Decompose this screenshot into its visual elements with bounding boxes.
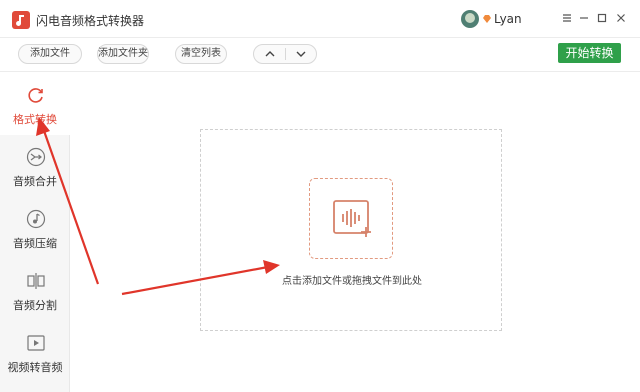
sidebar-item-label: 音频合并 <box>13 175 57 188</box>
sidebar-item-label: 视频转音频 <box>7 361 63 374</box>
video-play-icon <box>26 333 46 353</box>
sidebar-item-label: 音频压缩 <box>13 237 57 250</box>
vip-badge-icon <box>482 13 492 23</box>
add-file-button[interactable]: 添加文件 <box>18 44 82 64</box>
minimize-icon[interactable] <box>578 12 590 24</box>
sidebar-item-audio-merge[interactable]: 音频合并 <box>0 135 70 197</box>
add-audio-button[interactable] <box>309 178 393 259</box>
username[interactable]: Lyan <box>494 12 522 26</box>
sidebar: 格式转换 音频合并 音频压缩 音频分割 视频转音频 <box>0 73 70 392</box>
split-icon <box>26 271 46 291</box>
move-up-icon[interactable] <box>263 48 277 60</box>
sidebar-item-audio-compress[interactable]: 音频压缩 <box>0 197 70 259</box>
app-title: 闪电音频格式转换器 <box>36 14 145 28</box>
sidebar-item-video-to-audio[interactable]: 视频转音频 <box>0 321 70 383</box>
sidebar-item-format-convert[interactable]: 格式转换 <box>0 73 70 135</box>
sidebar-item-label: 格式转换 <box>13 113 57 126</box>
close-icon[interactable] <box>615 12 627 24</box>
sidebar-item-label: 音频分割 <box>13 299 57 312</box>
avatar[interactable] <box>461 10 479 28</box>
music-note-icon <box>26 209 46 229</box>
add-audio-icon <box>333 200 371 237</box>
move-down-icon[interactable] <box>294 48 308 60</box>
clear-list-button[interactable]: 清空列表 <box>175 44 227 64</box>
maximize-icon[interactable] <box>596 12 608 24</box>
app-logo-icon <box>12 11 30 29</box>
start-convert-button[interactable]: 开始转换 <box>558 43 621 63</box>
sidebar-item-audio-split[interactable]: 音频分割 <box>0 259 70 321</box>
title-bar: 闪电音频格式转换器 Lyan <box>0 0 640 38</box>
refresh-icon <box>26 85 46 105</box>
menu-icon[interactable] <box>561 12 573 24</box>
toolbar: 添加文件 添加文件夹 清空列表 <box>0 39 640 72</box>
add-folder-button[interactable]: 添加文件夹 <box>97 44 149 64</box>
merge-icon <box>26 147 46 167</box>
drop-hint-text: 点击添加文件或拖拽文件到此处 <box>282 276 422 287</box>
reorder-buttons <box>253 44 317 64</box>
